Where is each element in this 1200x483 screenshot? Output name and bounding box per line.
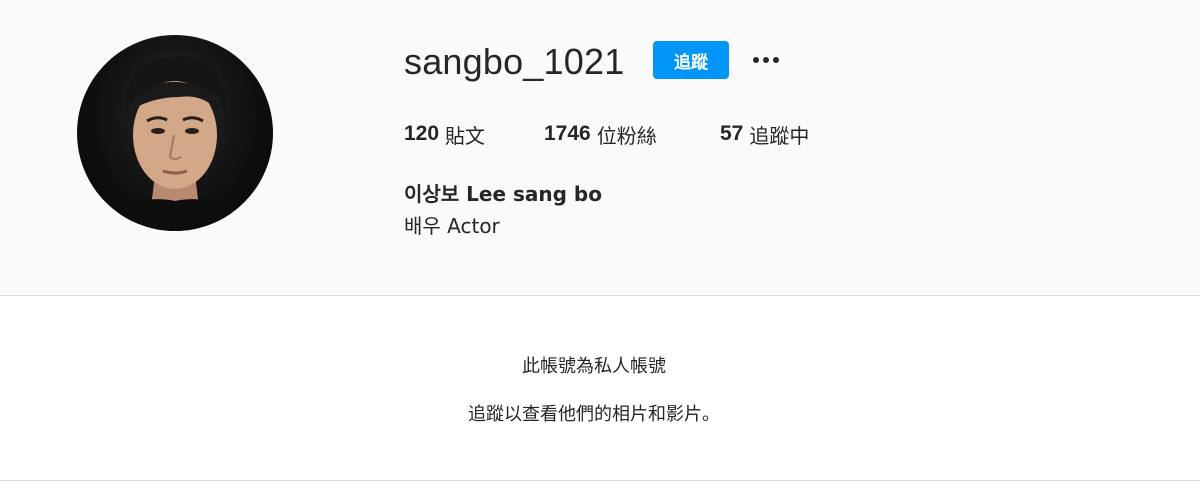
profile-username: sangbo_1021 [404,41,625,82]
followers-count-stat[interactable]: 1746 位粉絲 [544,120,720,149]
private-account-section [0,296,1200,481]
posts-count-stat: 120 貼文 [404,120,544,149]
profile-header: sangbo_1021 追蹤 120 貼文 1746 位粉絲 57 追蹤中 이상… [0,0,1200,296]
follow-button[interactable]: 追蹤 [653,41,729,79]
private-account-title: 此帳號為私人帳號 [522,356,666,377]
more-horizontal-icon [753,57,759,63]
profile-full-name: 이상보 Lee sang bo [404,182,602,206]
followers-count: 1746 [544,122,591,145]
profile-stats: 120 貼文 1746 位粉絲 57 追蹤中 [404,118,809,150]
followers-label: 位粉絲 [596,123,657,148]
posts-label: 貼文 [445,123,486,148]
posts-count: 120 [404,122,440,145]
more-horizontal-icon-dot [773,57,779,63]
profile-avatar[interactable] [77,35,273,231]
avatar-portrait [107,57,243,231]
profile-bio: 배우 Actor [404,214,500,238]
following-count: 57 [720,122,744,145]
private-account-subtitle: 追蹤以查看他們的相片和影片。 [468,404,720,425]
following-label: 追蹤中 [749,123,810,148]
more-horizontal-icon-dot [763,57,769,63]
more-options-button[interactable] [748,46,784,74]
following-count-stat[interactable]: 57 追蹤中 [720,120,809,149]
